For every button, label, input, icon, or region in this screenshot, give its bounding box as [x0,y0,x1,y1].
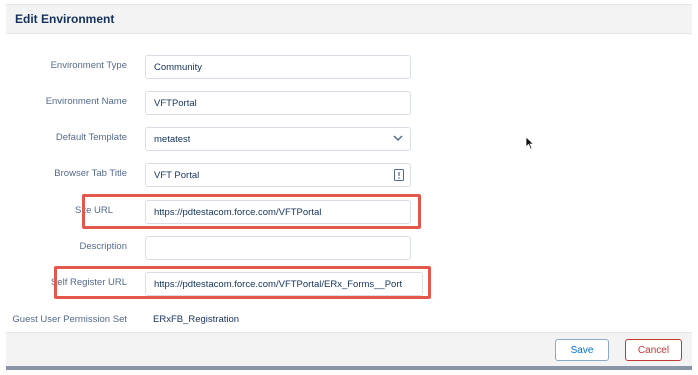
site-url-row: Site URL https://pdtestacom.force.com/VF… [0,200,698,226]
description-label: Description [79,241,127,252]
environment-name-row: Environment Name VFTPortal [0,91,698,117]
default-template-select[interactable]: metatest [145,127,411,151]
site-url-field[interactable]: https://pdtestacom.force.com/VFTPortal [145,200,411,224]
default-template-label: Default Template [55,132,127,143]
guest-user-permission-set-value: ERxFB_Registration [153,314,240,325]
self-register-url-label: Self Register URL [50,277,127,288]
description-row: Description [0,236,698,262]
environment-name-value: VFTPortal [154,98,197,109]
self-register-url-field[interactable]: https://pdtestacom.force.com/VFTPortal/E… [145,272,423,296]
modal-header: Edit Environment [6,4,692,34]
environment-name-field[interactable]: VFTPortal [145,91,411,115]
site-url-value: https://pdtestacom.force.com/VFTPortal [154,207,322,218]
browser-tab-title-row: Browser Tab Title VFT Portal [0,163,698,189]
environment-type-row: Environment Type Community [0,55,698,81]
browser-tab-title-value: VFT Portal [154,170,200,181]
default-template-row: Default Template metatest [0,127,698,153]
save-button[interactable]: Save [555,339,609,361]
page-title: Edit Environment [15,12,115,26]
text-field-icon [394,169,404,181]
environment-type-value: Community [154,62,203,73]
self-register-url-value: https://pdtestacom.force.com/VFTPortal/E… [154,279,403,290]
default-template-value: metatest [154,134,191,145]
mouse-cursor-icon [525,136,535,150]
environment-name-label: Environment Name [45,96,127,107]
guest-user-permission-set-label: Guest User Permission Set [12,314,127,325]
site-url-label: Site URL [74,205,113,216]
edit-environment-page: Edit Environment Environment Type Commun… [0,0,698,375]
browser-tab-title-label: Browser Tab Title [54,168,127,179]
self-register-url-row: Self Register URL https://pdtestacom.for… [0,272,698,298]
description-field[interactable] [145,236,411,260]
environment-type-field[interactable]: Community [145,55,411,79]
cancel-button[interactable]: Cancel [625,339,682,361]
browser-tab-title-field[interactable]: VFT Portal [145,163,411,187]
modal-footer: Save Cancel [6,332,692,367]
environment-type-label: Environment Type [50,60,127,71]
footer-divider [6,366,692,370]
chevron-down-icon [393,135,403,142]
